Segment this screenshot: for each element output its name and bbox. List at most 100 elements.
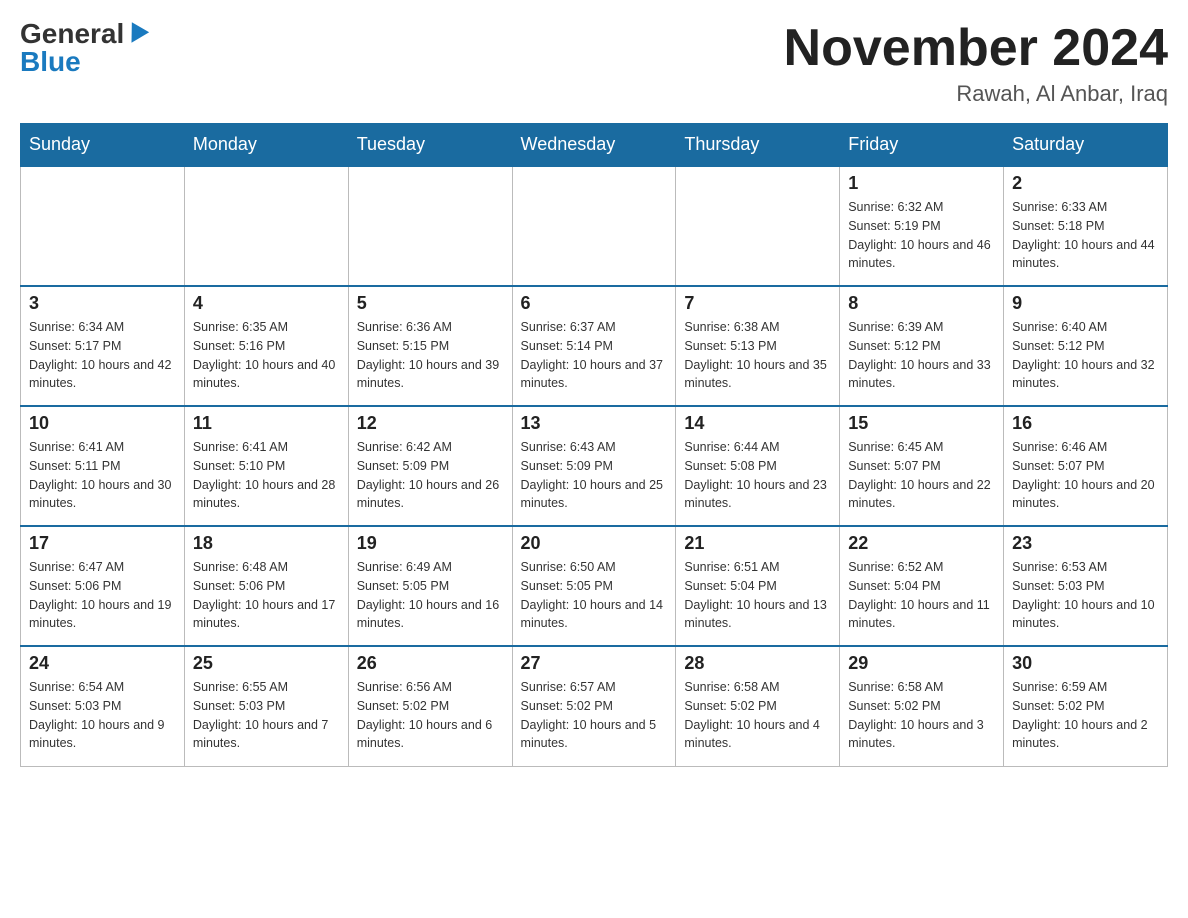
day-info: Sunrise: 6:55 AMSunset: 5:03 PMDaylight:…: [193, 678, 340, 753]
day-number: 14: [684, 413, 831, 434]
day-info: Sunrise: 6:39 AMSunset: 5:12 PMDaylight:…: [848, 318, 995, 393]
logo: General Blue: [20, 20, 146, 76]
calendar-cell: 8 Sunrise: 6:39 AMSunset: 5:12 PMDaylight…: [840, 286, 1004, 406]
day-number: 30: [1012, 653, 1159, 674]
day-info: Sunrise: 6:50 AMSunset: 5:05 PMDaylight:…: [521, 558, 668, 633]
calendar-cell: 21Sunrise: 6:51 AMSunset: 5:04 PMDayligh…: [676, 526, 840, 646]
calendar-cell: 25 Sunrise: 6:55 AMSunset: 5:03 PMDayligh…: [184, 646, 348, 766]
day-info: Sunrise: 6:54 AMSunset: 5:03 PMDaylight:…: [29, 678, 176, 753]
day-info: Sunrise: 6:46 AMSunset: 5:07 PMDaylight:…: [1012, 438, 1159, 513]
day-number: 20: [521, 533, 668, 554]
day-of-week-header: Monday: [184, 124, 348, 167]
day-number: 7: [684, 293, 831, 314]
calendar-subtitle: Rawah, Al Anbar, Iraq: [784, 81, 1168, 107]
day-of-week-header: Sunday: [21, 124, 185, 167]
calendar-cell: 2 Sunrise: 6:33 AMSunset: 5:18 PMDaylight…: [1004, 166, 1168, 286]
day-info: Sunrise: 6:53 AMSunset: 5:03 PMDaylight:…: [1012, 558, 1159, 633]
day-info: Sunrise: 6:38 AMSunset: 5:13 PMDaylight:…: [684, 318, 831, 393]
calendar-week-row: 3 Sunrise: 6:34 AMSunset: 5:17 PMDaylight…: [21, 286, 1168, 406]
day-info: Sunrise: 6:49 AMSunset: 5:05 PMDaylight:…: [357, 558, 504, 633]
logo-general-text: General: [20, 18, 124, 49]
calendar-header: SundayMondayTuesdayWednesdayThursdayFrid…: [21, 124, 1168, 167]
day-of-week-header: Wednesday: [512, 124, 676, 167]
calendar-cell: [512, 166, 676, 286]
logo-triangle-icon: [123, 22, 149, 48]
day-of-week-header: Friday: [840, 124, 1004, 167]
calendar-cell: 15Sunrise: 6:45 AMSunset: 5:07 PMDayligh…: [840, 406, 1004, 526]
day-info: Sunrise: 6:43 AMSunset: 5:09 PMDaylight:…: [521, 438, 668, 513]
day-number: 18: [193, 533, 340, 554]
calendar-cell: 28 Sunrise: 6:58 AMSunset: 5:02 PMDayligh…: [676, 646, 840, 766]
day-of-week-header: Tuesday: [348, 124, 512, 167]
day-number: 5: [357, 293, 504, 314]
calendar-cell: 23Sunrise: 6:53 AMSunset: 5:03 PMDayligh…: [1004, 526, 1168, 646]
day-number: 17: [29, 533, 176, 554]
day-info: Sunrise: 6:48 AMSunset: 5:06 PMDaylight:…: [193, 558, 340, 633]
day-number: 4: [193, 293, 340, 314]
logo-line1: General: [20, 20, 146, 48]
day-info: Sunrise: 6:35 AMSunset: 5:16 PMDaylight:…: [193, 318, 340, 393]
day-info: Sunrise: 6:41 AMSunset: 5:10 PMDaylight:…: [193, 438, 340, 513]
day-number: 25: [193, 653, 340, 674]
day-number: 6: [521, 293, 668, 314]
calendar-cell: 12 Sunrise: 6:42 AMSunset: 5:09 PMDayligh…: [348, 406, 512, 526]
day-number: 12: [357, 413, 504, 434]
day-info: Sunrise: 6:42 AMSunset: 5:09 PMDaylight:…: [357, 438, 504, 513]
day-of-week-header: Saturday: [1004, 124, 1168, 167]
day-number: 27: [521, 653, 668, 674]
day-number: 16: [1012, 413, 1159, 434]
days-of-week-row: SundayMondayTuesdayWednesdayThursdayFrid…: [21, 124, 1168, 167]
day-number: 22: [848, 533, 995, 554]
calendar-cell: 30 Sunrise: 6:59 AMSunset: 5:02 PMDayligh…: [1004, 646, 1168, 766]
day-number: 1: [848, 173, 995, 194]
day-info: Sunrise: 6:36 AMSunset: 5:15 PMDaylight:…: [357, 318, 504, 393]
day-info: Sunrise: 6:45 AMSunset: 5:07 PMDaylight:…: [848, 438, 995, 513]
day-number: 29: [848, 653, 995, 674]
calendar-week-row: 1 Sunrise: 6:32 AMSunset: 5:19 PMDaylight…: [21, 166, 1168, 286]
calendar-cell: 19Sunrise: 6:49 AMSunset: 5:05 PMDayligh…: [348, 526, 512, 646]
page-header: General Blue November 2024 Rawah, Al Anb…: [20, 20, 1168, 107]
day-info: Sunrise: 6:59 AMSunset: 5:02 PMDaylight:…: [1012, 678, 1159, 753]
day-info: Sunrise: 6:40 AMSunset: 5:12 PMDaylight:…: [1012, 318, 1159, 393]
day-info: Sunrise: 6:52 AMSunset: 5:04 PMDaylight:…: [848, 558, 995, 633]
calendar-body: 1 Sunrise: 6:32 AMSunset: 5:19 PMDaylight…: [21, 166, 1168, 766]
calendar-cell: 4 Sunrise: 6:35 AMSunset: 5:16 PMDaylight…: [184, 286, 348, 406]
calendar-cell: 14Sunrise: 6:44 AMSunset: 5:08 PMDayligh…: [676, 406, 840, 526]
calendar-cell: 10 Sunrise: 6:41 AMSunset: 5:11 PMDayligh…: [21, 406, 185, 526]
calendar-cell: 20 Sunrise: 6:50 AMSunset: 5:05 PMDayligh…: [512, 526, 676, 646]
calendar-cell: 16 Sunrise: 6:46 AMSunset: 5:07 PMDayligh…: [1004, 406, 1168, 526]
day-info: Sunrise: 6:51 AMSunset: 5:04 PMDaylight:…: [684, 558, 831, 633]
day-number: 2: [1012, 173, 1159, 194]
logo-line2: Blue: [20, 48, 81, 76]
calendar-cell: 3 Sunrise: 6:34 AMSunset: 5:17 PMDaylight…: [21, 286, 185, 406]
day-number: 3: [29, 293, 176, 314]
calendar-cell: 22 Sunrise: 6:52 AMSunset: 5:04 PMDayligh…: [840, 526, 1004, 646]
calendar-cell: 17 Sunrise: 6:47 AMSunset: 5:06 PMDayligh…: [21, 526, 185, 646]
calendar-cell: 5 Sunrise: 6:36 AMSunset: 5:15 PMDaylight…: [348, 286, 512, 406]
day-number: 10: [29, 413, 176, 434]
calendar-week-row: 17 Sunrise: 6:47 AMSunset: 5:06 PMDayligh…: [21, 526, 1168, 646]
day-info: Sunrise: 6:41 AMSunset: 5:11 PMDaylight:…: [29, 438, 176, 513]
day-number: 28: [684, 653, 831, 674]
calendar-cell: [676, 166, 840, 286]
day-number: 24: [29, 653, 176, 674]
calendar-cell: 29Sunrise: 6:58 AMSunset: 5:02 PMDayligh…: [840, 646, 1004, 766]
day-info: Sunrise: 6:56 AMSunset: 5:02 PMDaylight:…: [357, 678, 504, 753]
day-number: 13: [521, 413, 668, 434]
calendar-week-row: 24 Sunrise: 6:54 AMSunset: 5:03 PMDayligh…: [21, 646, 1168, 766]
calendar-cell: 7 Sunrise: 6:38 AMSunset: 5:13 PMDaylight…: [676, 286, 840, 406]
day-info: Sunrise: 6:33 AMSunset: 5:18 PMDaylight:…: [1012, 198, 1159, 273]
title-block: November 2024 Rawah, Al Anbar, Iraq: [784, 20, 1168, 107]
day-info: Sunrise: 6:34 AMSunset: 5:17 PMDaylight:…: [29, 318, 176, 393]
day-number: 26: [357, 653, 504, 674]
calendar-cell: 27Sunrise: 6:57 AMSunset: 5:02 PMDayligh…: [512, 646, 676, 766]
day-info: Sunrise: 6:47 AMSunset: 5:06 PMDaylight:…: [29, 558, 176, 633]
calendar-cell: [21, 166, 185, 286]
day-info: Sunrise: 6:32 AMSunset: 5:19 PMDaylight:…: [848, 198, 995, 273]
day-of-week-header: Thursday: [676, 124, 840, 167]
day-info: Sunrise: 6:37 AMSunset: 5:14 PMDaylight:…: [521, 318, 668, 393]
calendar-cell: 18 Sunrise: 6:48 AMSunset: 5:06 PMDayligh…: [184, 526, 348, 646]
day-number: 8: [848, 293, 995, 314]
day-info: Sunrise: 6:58 AMSunset: 5:02 PMDaylight:…: [684, 678, 831, 753]
calendar-cell: 26 Sunrise: 6:56 AMSunset: 5:02 PMDayligh…: [348, 646, 512, 766]
